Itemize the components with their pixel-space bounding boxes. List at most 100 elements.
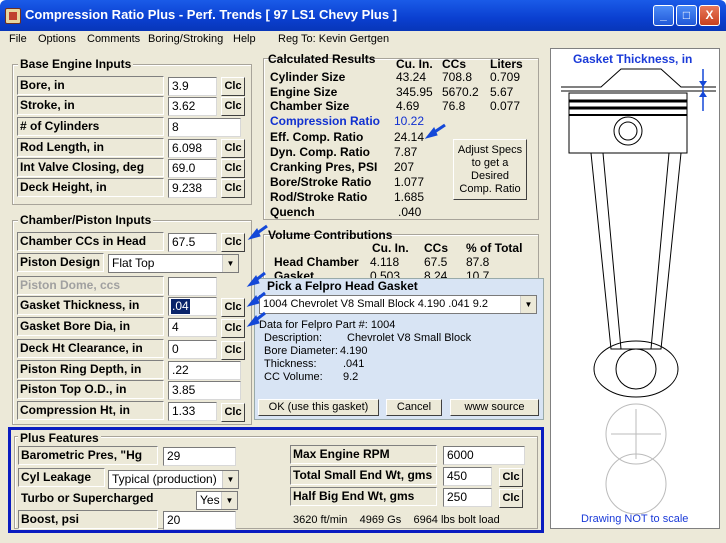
- close-button[interactable]: X: [699, 5, 720, 26]
- diagram-panel: Gasket Thickness, in Drawing NOT to scal…: [550, 48, 720, 529]
- bore-input[interactable]: 3.9: [168, 77, 217, 96]
- chevron-down-icon[interactable]: ▼: [520, 296, 536, 313]
- compression-ht-clc-button[interactable]: Clc: [221, 403, 245, 422]
- engine-size-label: Engine Size: [270, 85, 338, 99]
- maximize-button[interactable]: □: [676, 5, 697, 26]
- ring-depth-label: Piston Ring Depth, in: [17, 360, 164, 379]
- cc-volume-label: CC Volume:: [264, 371, 323, 383]
- chamber-piston-title: Chamber/Piston Inputs: [18, 213, 154, 227]
- compression-ratio-label: Compression Ratio: [270, 114, 381, 128]
- cancel-button[interactable]: Cancel: [386, 399, 442, 416]
- eff-cr-value: 24.14: [394, 130, 425, 144]
- gasket-select[interactable]: 1004 Chevrolet V8 Small Block 4.190 .041…: [259, 295, 537, 314]
- chevron-down-icon[interactable]: ▼: [222, 255, 238, 272]
- piston-od-label: Piston Top O.D., in: [17, 380, 164, 399]
- rod-length-input[interactable]: 6.098: [168, 139, 217, 158]
- big-end-clc-button[interactable]: Clc: [499, 489, 523, 508]
- compression-ht-input[interactable]: 1.33: [168, 402, 217, 421]
- cranking-value: 207: [394, 160, 415, 174]
- bore-stroke-label: Bore/Stroke Ratio: [270, 175, 372, 189]
- gasket-bore-input[interactable]: 4: [168, 318, 217, 337]
- registration-text: Reg To: Kevin Gertgen: [278, 33, 390, 45]
- gasket-row-cuin: 0.503: [370, 269, 401, 278]
- engine-size-liters: 5.67: [490, 85, 514, 99]
- cyl-leakage-value: Typical (production): [112, 472, 217, 486]
- bore-diameter-label: Bore Diameter:: [264, 345, 338, 357]
- calc-header-ccs: CCs: [442, 57, 467, 71]
- piston-dome-input[interactable]: [168, 277, 217, 296]
- gasket-row-label: Gasket: [274, 269, 315, 278]
- engine-size-cc: 5670.2: [442, 85, 479, 99]
- calc-header-liters: Liters: [490, 57, 523, 71]
- gasket-thickness-clc-button[interactable]: Clc: [221, 298, 245, 317]
- deck-height-clc-button[interactable]: Clc: [221, 179, 245, 198]
- turbo-label: Turbo or Supercharged: [18, 489, 158, 508]
- chevron-down-icon[interactable]: ▼: [222, 471, 238, 488]
- thickness-value: .041: [343, 358, 365, 370]
- felpro-data-title: Data for Felpro Part #: 1004: [259, 319, 396, 331]
- turbo-select[interactable]: Yes ▼: [196, 491, 238, 510]
- piston-design-label: Piston Design: [17, 253, 104, 272]
- bore-clc-button[interactable]: Clc: [221, 77, 245, 96]
- quench-label: Quench: [270, 205, 315, 219]
- baro-input[interactable]: 29: [163, 447, 236, 466]
- piston-rod-drawing: [561, 68, 716, 515]
- cylinder-size-cuin: 43.24: [396, 70, 427, 84]
- ivc-clc-button[interactable]: Clc: [221, 159, 245, 178]
- eff-cr-label: Eff. Comp. Ratio: [270, 130, 364, 144]
- deck-clearance-clc-button[interactable]: Clc: [221, 341, 245, 360]
- dyn-cr-label: Dyn. Comp. Ratio: [270, 145, 371, 159]
- ring-depth-input[interactable]: .22: [168, 361, 241, 380]
- gasket-row-cc: 8.24: [424, 269, 448, 278]
- cylinder-size-cc: 708.8: [442, 70, 473, 84]
- adjust-specs-button[interactable]: Adjust Specs to get a Desired Comp. Rati…: [453, 139, 527, 200]
- menu-help[interactable]: Help: [233, 33, 256, 45]
- gasket-thickness-input[interactable]: .04: [168, 297, 217, 316]
- small-end-input[interactable]: 450: [443, 467, 492, 486]
- stroke-clc-button[interactable]: Clc: [221, 97, 245, 116]
- gasket-bore-clc-button[interactable]: Clc: [221, 319, 245, 338]
- gasket-bore-label: Gasket Bore Dia, in: [17, 317, 164, 336]
- menu-comments[interactable]: Comments: [87, 33, 140, 45]
- chamber-cc-input[interactable]: 67.5: [168, 233, 217, 252]
- cylinder-size-liters: 0.709: [490, 70, 521, 84]
- piston-dome-label: Piston Dome, ccs: [17, 276, 164, 295]
- minimize-button[interactable]: _: [653, 5, 674, 26]
- cyl-leakage-select[interactable]: Typical (production) ▼: [108, 470, 239, 489]
- menu-file[interactable]: File: [9, 33, 27, 45]
- menu-options[interactable]: Options: [38, 33, 76, 45]
- chamber-size-cc: 76.8: [442, 99, 466, 113]
- desc-label: Description:: [264, 332, 323, 344]
- cylinders-input[interactable]: 8: [168, 118, 241, 137]
- menu-boring-stroking[interactable]: Boring/Stroking: [148, 33, 223, 45]
- stroke-input[interactable]: 3.62: [168, 97, 217, 116]
- thickness-label: Thickness:: [264, 358, 317, 370]
- not-to-scale-note: Drawing NOT to scale: [581, 513, 689, 525]
- boost-input[interactable]: 20: [163, 511, 236, 530]
- chamber-size-cuin: 4.69: [396, 99, 420, 113]
- small-end-clc-button[interactable]: Clc: [499, 468, 523, 487]
- head-chamber-label: Head Chamber: [274, 255, 359, 269]
- boost-label: Boost, psi: [18, 510, 158, 529]
- piston-design-value: Flat Top: [112, 256, 155, 270]
- bore-diameter-value: 4.190: [340, 345, 368, 357]
- calc-header-cuin: Cu. In.: [396, 57, 433, 71]
- piston-design-select[interactable]: Flat Top ▼: [108, 254, 239, 273]
- rod-length-clc-button[interactable]: Clc: [221, 139, 245, 158]
- big-end-input[interactable]: 250: [443, 488, 492, 507]
- piston-od-input[interactable]: 3.85: [168, 381, 241, 400]
- deck-height-input[interactable]: 9.238: [168, 179, 217, 198]
- menu-bar: File Options Comments Boring/Stroking He…: [0, 31, 726, 48]
- chamber-size-label: Chamber Size: [270, 99, 350, 113]
- max-rpm-input[interactable]: 6000: [443, 446, 525, 465]
- calc-title: Calculated Results: [268, 52, 376, 66]
- deck-clearance-input[interactable]: 0: [168, 340, 217, 359]
- chamber-cc-clc-button[interactable]: Clc: [221, 233, 245, 252]
- ivc-input[interactable]: 69.0: [168, 159, 217, 178]
- chevron-down-icon[interactable]: ▼: [221, 492, 237, 509]
- dyn-cr-value: 7.87: [394, 145, 418, 159]
- use-gasket-button[interactable]: OK (use this gasket): [258, 399, 379, 416]
- ivc-label: Int Valve Closing, deg: [17, 158, 164, 177]
- www-source-button[interactable]: www source: [450, 399, 539, 416]
- head-chamber-cuin: 4.118: [370, 255, 400, 269]
